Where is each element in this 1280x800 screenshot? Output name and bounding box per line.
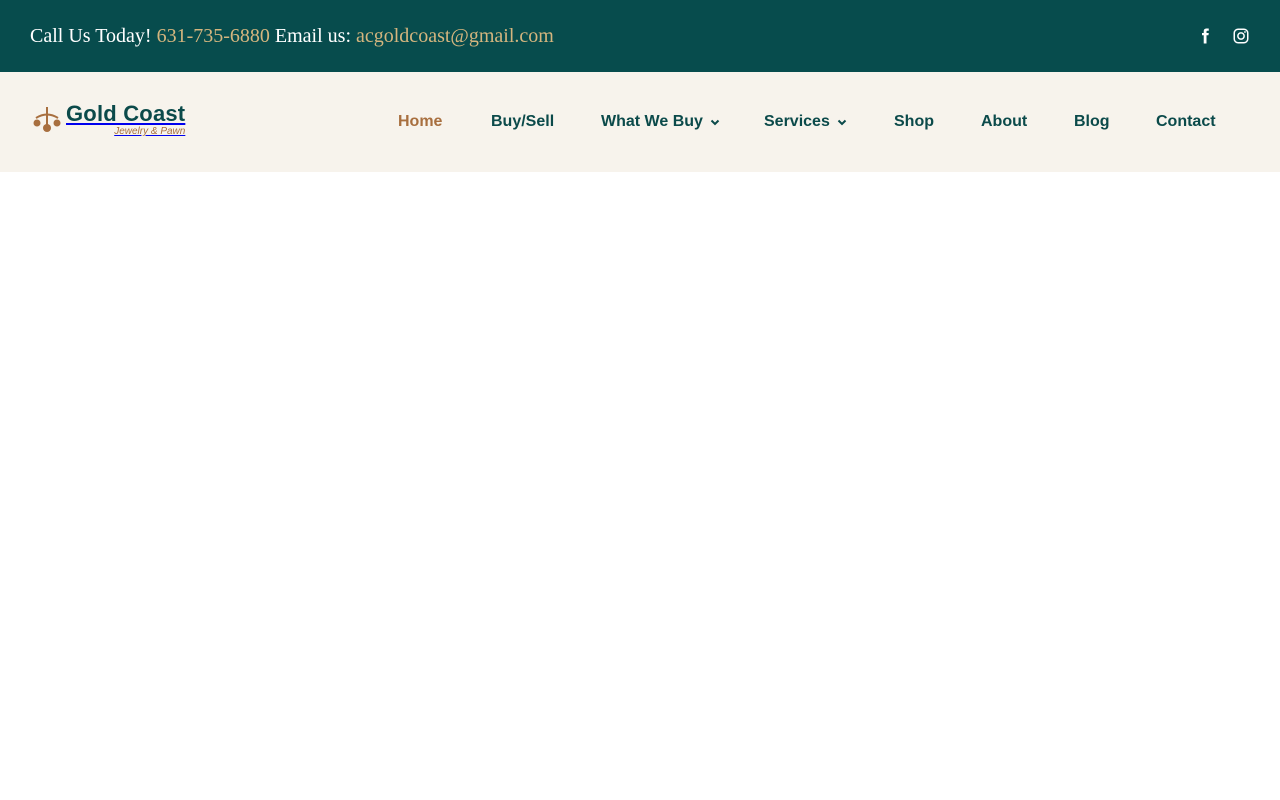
- nav-item-label: Buy/Sell: [491, 113, 555, 130]
- nav-item-label: Shop: [894, 113, 934, 130]
- chevron-down-icon: [709, 116, 721, 128]
- nav-item-label: About: [981, 113, 1028, 130]
- nav-item-blog[interactable]: Blog: [1074, 72, 1110, 172]
- nav-item-label: What We Buy: [601, 113, 703, 130]
- top-contact-bar: Call Us Today! 631-735-6880 Email us: ac…: [0, 0, 1280, 72]
- chevron-down-icon: [836, 116, 848, 128]
- nav-item-what-we-buy[interactable]: What We Buy: [601, 72, 721, 172]
- nav-item-shop[interactable]: Shop: [894, 72, 934, 172]
- nav-item-label: Services: [764, 113, 830, 130]
- nav-item-services[interactable]: Services: [764, 72, 848, 172]
- nav-item-contact[interactable]: Contact: [1156, 72, 1216, 172]
- instagram-icon[interactable]: [1232, 27, 1250, 45]
- nav-item-label: Contact: [1156, 113, 1216, 130]
- contact-info: Call Us Today! 631-735-6880 Email us: ac…: [30, 25, 554, 48]
- nav-item-home[interactable]: Home: [398, 72, 442, 172]
- facebook-icon[interactable]: [1196, 27, 1214, 45]
- nav-item-label: Blog: [1074, 113, 1110, 130]
- phone-link[interactable]: 631-735-6880: [157, 25, 270, 47]
- main-navigation-bar: Gold Coast Jewelry & Pawn Home Buy/Sell …: [0, 72, 1280, 172]
- email-label: Email us:: [274, 24, 351, 47]
- nav-item-buy-sell[interactable]: Buy/Sell: [491, 72, 554, 172]
- social-links: [1196, 27, 1250, 45]
- email-link[interactable]: acgoldcoast@gmail.com: [356, 25, 554, 47]
- nav-menu: Home Buy/Sell What We Buy Services Shop …: [0, 72, 1280, 172]
- page-content-area: [0, 172, 1280, 800]
- nav-item-about[interactable]: About: [981, 72, 1027, 172]
- nav-item-label: Home: [398, 113, 443, 130]
- call-label: Call Us Today!: [30, 24, 152, 47]
